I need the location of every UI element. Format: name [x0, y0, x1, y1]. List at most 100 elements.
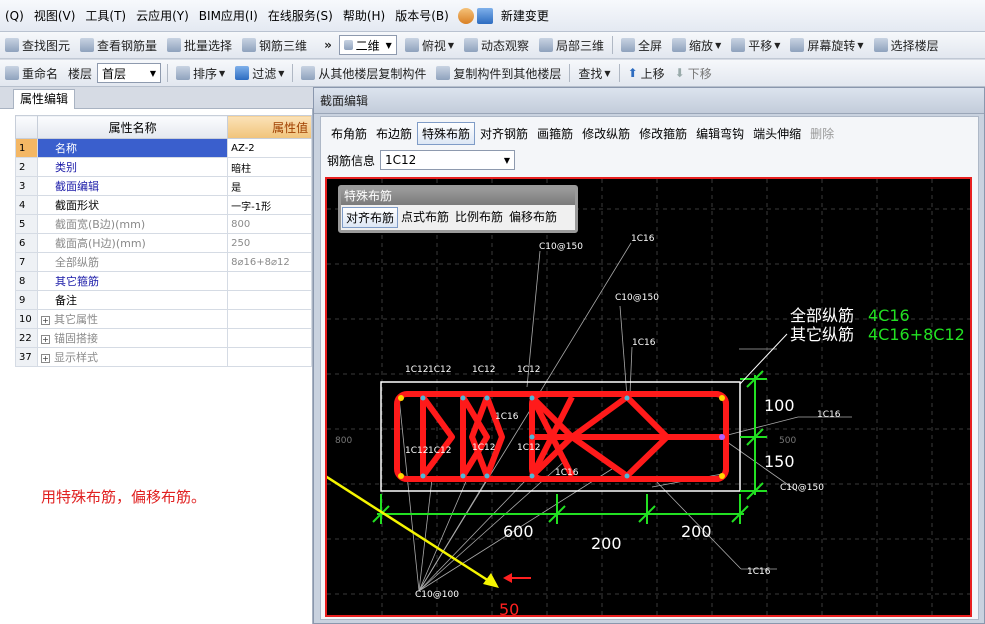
row-value[interactable]: 暗柱 [227, 157, 312, 177]
end-extend-button[interactable]: 端头伸缩 [749, 123, 805, 144]
delete-button[interactable]: 删除 [806, 123, 838, 144]
pan-button[interactable]: 平移 ▼ [726, 37, 785, 54]
align-layout-button[interactable]: 对齐布筋 [342, 207, 399, 228]
label-1c12-f: 1C12 [428, 446, 451, 456]
menu-item-online[interactable]: 在线服务(S) [263, 7, 338, 24]
menu-item-tools[interactable]: 工具(T) [80, 7, 131, 24]
draw-stirrup-button[interactable]: 画箍筋 [533, 123, 577, 144]
dim-200-b: 200 [681, 522, 712, 541]
move-up-button[interactable]: ⬆ 上移 [623, 65, 670, 82]
batch-select-button[interactable]: 批量选择 [162, 37, 237, 54]
table-row[interactable]: 6 截面高(H边)(mm) 250 [15, 233, 312, 253]
offset-layout-button[interactable]: 偏移布筋 [506, 207, 560, 228]
row-value[interactable] [227, 271, 312, 291]
table-row[interactable]: 7 全部纵筋 8⌀16+8⌀12 [15, 252, 312, 272]
instruction-annotation: 用特殊布筋，偏移布筋。 [41, 488, 207, 506]
local-3d-button[interactable]: 局部三维 [534, 37, 609, 54]
point-layout-button[interactable]: 点式布筋 [398, 207, 452, 228]
zoom-button[interactable]: 缩放 ▼ [667, 37, 726, 54]
new-change-button[interactable]: 新建变更 [496, 7, 554, 24]
menu-item-q[interactable]: (Q) [0, 9, 29, 23]
select-floor-button[interactable]: 选择楼层 [869, 37, 944, 54]
dim-100: 100 [764, 396, 795, 415]
rebar-3d-button[interactable]: 钢筋三维 [237, 37, 312, 54]
top-view-button[interactable]: 俯视 ▼ [400, 37, 459, 54]
row-number: 6 [15, 233, 38, 253]
arrow-up-icon: ⬆ [627, 66, 638, 80]
table-row[interactable]: 3 截面编辑 是 [15, 176, 312, 196]
copy-to-floor-button[interactable]: 复制构件到其他楼层 [431, 65, 566, 82]
menu-item-cloud[interactable]: 云应用(Y) [131, 7, 194, 24]
row-name: 截面编辑 [36, 176, 229, 196]
dynamic-observe-button[interactable]: 动态观察 [459, 37, 534, 54]
table-row[interactable]: 37 + 显示样式 [15, 347, 312, 367]
menu-item-bim[interactable]: BIM应用(I) [194, 7, 263, 24]
ratio-layout-button[interactable]: 比例布筋 [452, 207, 506, 228]
chevron-down-icon: ▼ [385, 40, 392, 50]
chevron-down-icon: ▼ [149, 68, 157, 78]
rename-button[interactable]: 重命名 [0, 65, 63, 82]
section-drawing-canvas[interactable]: C10@150 1C16 C10@150 1C16 1C16 1C16 1C16… [325, 177, 972, 617]
tab-property-edit[interactable]: 属性编辑 [13, 89, 76, 109]
copy-from-icon [301, 66, 316, 80]
row-value[interactable] [227, 290, 312, 310]
avatar-icon[interactable] [457, 7, 474, 24]
table-row[interactable]: 4 截面形状 一字-1形 [15, 195, 312, 215]
special-rebar-button[interactable]: 特殊布筋 [417, 121, 476, 145]
label-1c12-d: 1C12 [517, 365, 540, 375]
menu-item-version[interactable]: 版本号(B) [390, 7, 454, 24]
edit-hook-button[interactable]: 编辑弯钩 [692, 123, 748, 144]
move-down-button[interactable]: ⬇ 下移 [670, 65, 717, 82]
row-value [227, 309, 312, 329]
label-1c16-inner2: 1C16 [555, 468, 579, 478]
row-value: 8⌀16+8⌀12 [227, 252, 312, 272]
expand-icon[interactable]: + [40, 335, 50, 344]
section-editor-window: 截面编辑 布角筋 布边筋 特殊布筋 对齐钢筋 画箍筋 修改纵筋 修改箍筋 编辑弯… [313, 87, 985, 624]
rebar-info-row: 钢筋信息 1C12 ▼ [327, 148, 518, 172]
table-row[interactable]: 1 名称 AZ-2 [15, 138, 312, 158]
new-change-icon[interactable] [476, 7, 493, 24]
find-element-button[interactable]: 查找图元 [0, 37, 75, 54]
label-1c16-inner: 1C16 [495, 412, 519, 422]
component-toolbar: 重命名 楼层 首层 ▼ 排序 ▼ 过滤 ▼ 从其他楼层复制构件 复制构件到其他楼层 查… [0, 60, 985, 87]
expand-icon[interactable]: + [40, 354, 50, 363]
row-number: 37 [15, 347, 38, 367]
row-name-group[interactable]: + 锚固搭接 [36, 328, 229, 348]
row-value[interactable]: 是 [227, 176, 312, 196]
table-row[interactable]: 10 + 其它属性 [15, 309, 312, 329]
filter-button[interactable]: 过滤 ▼ [230, 65, 289, 82]
table-row[interactable]: 8 其它箍筋 [15, 271, 312, 291]
table-row[interactable]: 5 截面宽(B边)(mm) 800 [15, 214, 312, 234]
row-value[interactable]: 一字-1形 [227, 195, 312, 215]
toolbar-overflow-chevron[interactable]: » [312, 38, 336, 52]
find-button[interactable]: 查找 ▼ [573, 65, 615, 82]
row-value [227, 328, 312, 348]
rebar-info-select[interactable]: 1C12 ▼ [380, 150, 516, 170]
table-row[interactable]: 22 + 锚固搭接 [15, 328, 312, 348]
label-1c12-c: 1C12 [472, 365, 495, 375]
stirrups [394, 391, 729, 482]
copy-from-floor-button[interactable]: 从其他楼层复制构件 [296, 65, 431, 82]
place-edge-rebar-button[interactable]: 布边筋 [372, 123, 416, 144]
expand-icon[interactable]: + [40, 316, 50, 325]
modify-stirrup-button[interactable]: 修改箍筋 [635, 123, 691, 144]
view-mode-select[interactable]: 二维 ▼ [338, 35, 397, 55]
chevron-down-icon: ▼ [604, 68, 611, 78]
row-number: 22 [15, 328, 38, 348]
row-name-group[interactable]: + 显示样式 [36, 347, 229, 367]
floor-select[interactable]: 首层 ▼ [97, 63, 162, 83]
rotate-screen-button[interactable]: 屏幕旋转 ▼ [785, 37, 868, 54]
menu-item-view[interactable]: 视图(V) [29, 7, 81, 24]
row-name-group[interactable]: + 其它属性 [36, 309, 229, 329]
view-rebar-qty-button[interactable]: 查看钢筋量 [75, 37, 162, 54]
sort-button[interactable]: 排序 ▼ [171, 65, 230, 82]
align-rebar-button[interactable]: 对齐钢筋 [476, 123, 532, 144]
table-header-row: 属性名称 属性值 [15, 115, 312, 139]
table-row[interactable]: 9 备注 [15, 290, 312, 310]
fullscreen-button[interactable]: 全屏 [616, 37, 667, 54]
modify-long-rebar-button[interactable]: 修改纵筋 [578, 123, 634, 144]
row-value[interactable]: AZ-2 [227, 138, 312, 158]
place-corner-rebar-button[interactable]: 布角筋 [327, 123, 371, 144]
menu-item-help[interactable]: 帮助(H) [338, 7, 390, 24]
table-row[interactable]: 2 类别 暗柱 [15, 157, 312, 177]
